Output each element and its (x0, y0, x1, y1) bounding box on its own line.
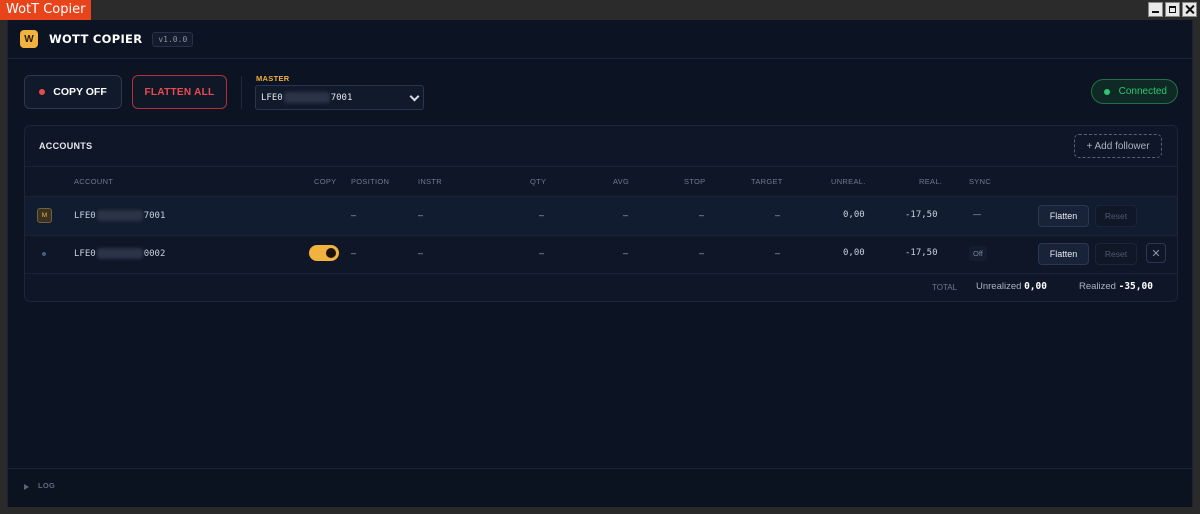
master-account-prefix: LFE0 (261, 92, 283, 103)
flatten-all-button[interactable]: FLATTEN ALL (132, 75, 227, 109)
totals-label: TOTAL (932, 283, 958, 292)
account-suffix: 0002 (143, 249, 166, 259)
column-header-qty: QTY (530, 177, 547, 186)
realized-cell: -17,50 (905, 210, 938, 220)
app-name: WOTT COPIER (49, 32, 143, 46)
column-header-copy: COPY (314, 177, 337, 186)
redacted-mask (96, 210, 143, 221)
accounts-title: ACCOUNTS (39, 141, 93, 151)
window-bottom-border (0, 507, 1200, 514)
version-badge: v1.0.0 (152, 31, 194, 47)
column-header-instr: INSTR (418, 177, 442, 186)
copy-toggle-button[interactable]: COPY OFF (24, 75, 122, 109)
table-row: LFE0 0002 – – – – – – 0,00 -17,50 Off Fla… (25, 235, 1177, 273)
window-controls (1148, 2, 1197, 17)
add-follower-button[interactable]: + Add follower (1074, 134, 1162, 158)
follower-dot-icon (42, 252, 46, 256)
position-cell: – (351, 210, 357, 220)
unrealized-cell: 0,00 (843, 210, 865, 220)
unrealized-label: Unrealized (976, 281, 1022, 292)
connection-status-badge: Connected (1090, 79, 1178, 104)
redacted-mask (96, 248, 143, 259)
instr-cell: – (418, 210, 424, 220)
panel-divider (25, 166, 1177, 167)
qty-cell: – (539, 210, 545, 220)
close-window-icon[interactable] (1182, 2, 1197, 17)
reset-button[interactable]: Reset (1095, 205, 1137, 227)
connection-status-label: Connected (1118, 86, 1167, 97)
qty-cell: – (539, 248, 545, 258)
account-suffix: 7001 (143, 211, 166, 221)
realized-total: -35,00 (1118, 281, 1153, 292)
accounts-panel: ACCOUNTS + Add follower ACCOUNT COPY POS… (24, 125, 1178, 302)
window-title: WotT Copier (0, 0, 92, 20)
flatten-button[interactable]: Flatten (1038, 243, 1089, 265)
realized-label: Realized (1079, 281, 1116, 292)
column-header-target: TARGET (751, 177, 783, 186)
stop-cell: – (699, 210, 705, 220)
copy-toggle-label: COPY OFF (53, 86, 107, 98)
stop-cell: – (699, 248, 705, 258)
master-badge: M (37, 208, 52, 223)
app-logo-icon: W (20, 30, 38, 48)
status-dot-icon (39, 89, 46, 95)
account-id: LFE0 0002 (74, 248, 165, 259)
maximize-icon[interactable] (1165, 2, 1180, 17)
realized-cell: -17,50 (905, 248, 938, 258)
column-header-realized: REAL. (919, 177, 943, 186)
reset-button[interactable]: Reset (1095, 243, 1137, 265)
account-id: LFE0 7001 (74, 210, 165, 221)
log-toggle[interactable]: LOG (8, 468, 1192, 507)
target-cell: – (775, 248, 781, 258)
flatten-button[interactable]: Flatten (1038, 205, 1089, 227)
chevron-down-icon (409, 91, 420, 102)
position-cell: – (351, 248, 357, 258)
column-header-account: ACCOUNT (74, 177, 114, 186)
master-label: MASTER (256, 74, 290, 83)
copy-toggle[interactable] (309, 245, 339, 261)
window-titlebar: WotT Copier (0, 0, 1200, 20)
app-header: W WOTT COPIER v1.0.0 (8, 20, 1192, 59)
app-window: W WOTT COPIER v1.0.0 COPY OFF FLATTEN AL… (7, 20, 1193, 507)
totals-unrealized: Unrealized 0,00 (976, 281, 1047, 292)
sync-cell: — (973, 210, 981, 219)
instr-cell: – (418, 248, 424, 258)
totals-realized: Realized -35,00 (1079, 281, 1153, 292)
master-account-select[interactable]: LFE0 7001 (255, 85, 424, 110)
column-header-position: POSITION (351, 177, 390, 186)
unrealized-total: 0,00 (1024, 281, 1047, 292)
target-cell: – (775, 210, 781, 220)
column-header-stop: STOP (684, 177, 706, 186)
table-row: M LFE0 7001 – – – – – – 0,00 -17,50 — Fla… (25, 197, 1177, 235)
chevron-right-icon (24, 484, 29, 490)
toolbar-divider (241, 76, 242, 109)
column-header-sync: SYNC (969, 177, 992, 186)
account-prefix: LFE0 (74, 249, 96, 259)
column-header-avg: AVG (613, 177, 630, 186)
avg-cell: – (623, 248, 629, 258)
row-divider (25, 273, 1177, 274)
sync-status-badge: Off (969, 246, 987, 261)
redacted-mask (283, 92, 330, 103)
unrealized-cell: 0,00 (843, 248, 865, 258)
account-prefix: LFE0 (74, 211, 96, 221)
minimize-icon[interactable] (1148, 2, 1163, 17)
column-header-unrealized: UNREAL. (831, 177, 866, 186)
remove-follower-button[interactable]: ✕ (1146, 243, 1166, 263)
connected-dot-icon (1103, 88, 1110, 95)
avg-cell: – (623, 210, 629, 220)
log-label: LOG (38, 481, 56, 490)
master-account-suffix: 7001 (330, 92, 353, 103)
